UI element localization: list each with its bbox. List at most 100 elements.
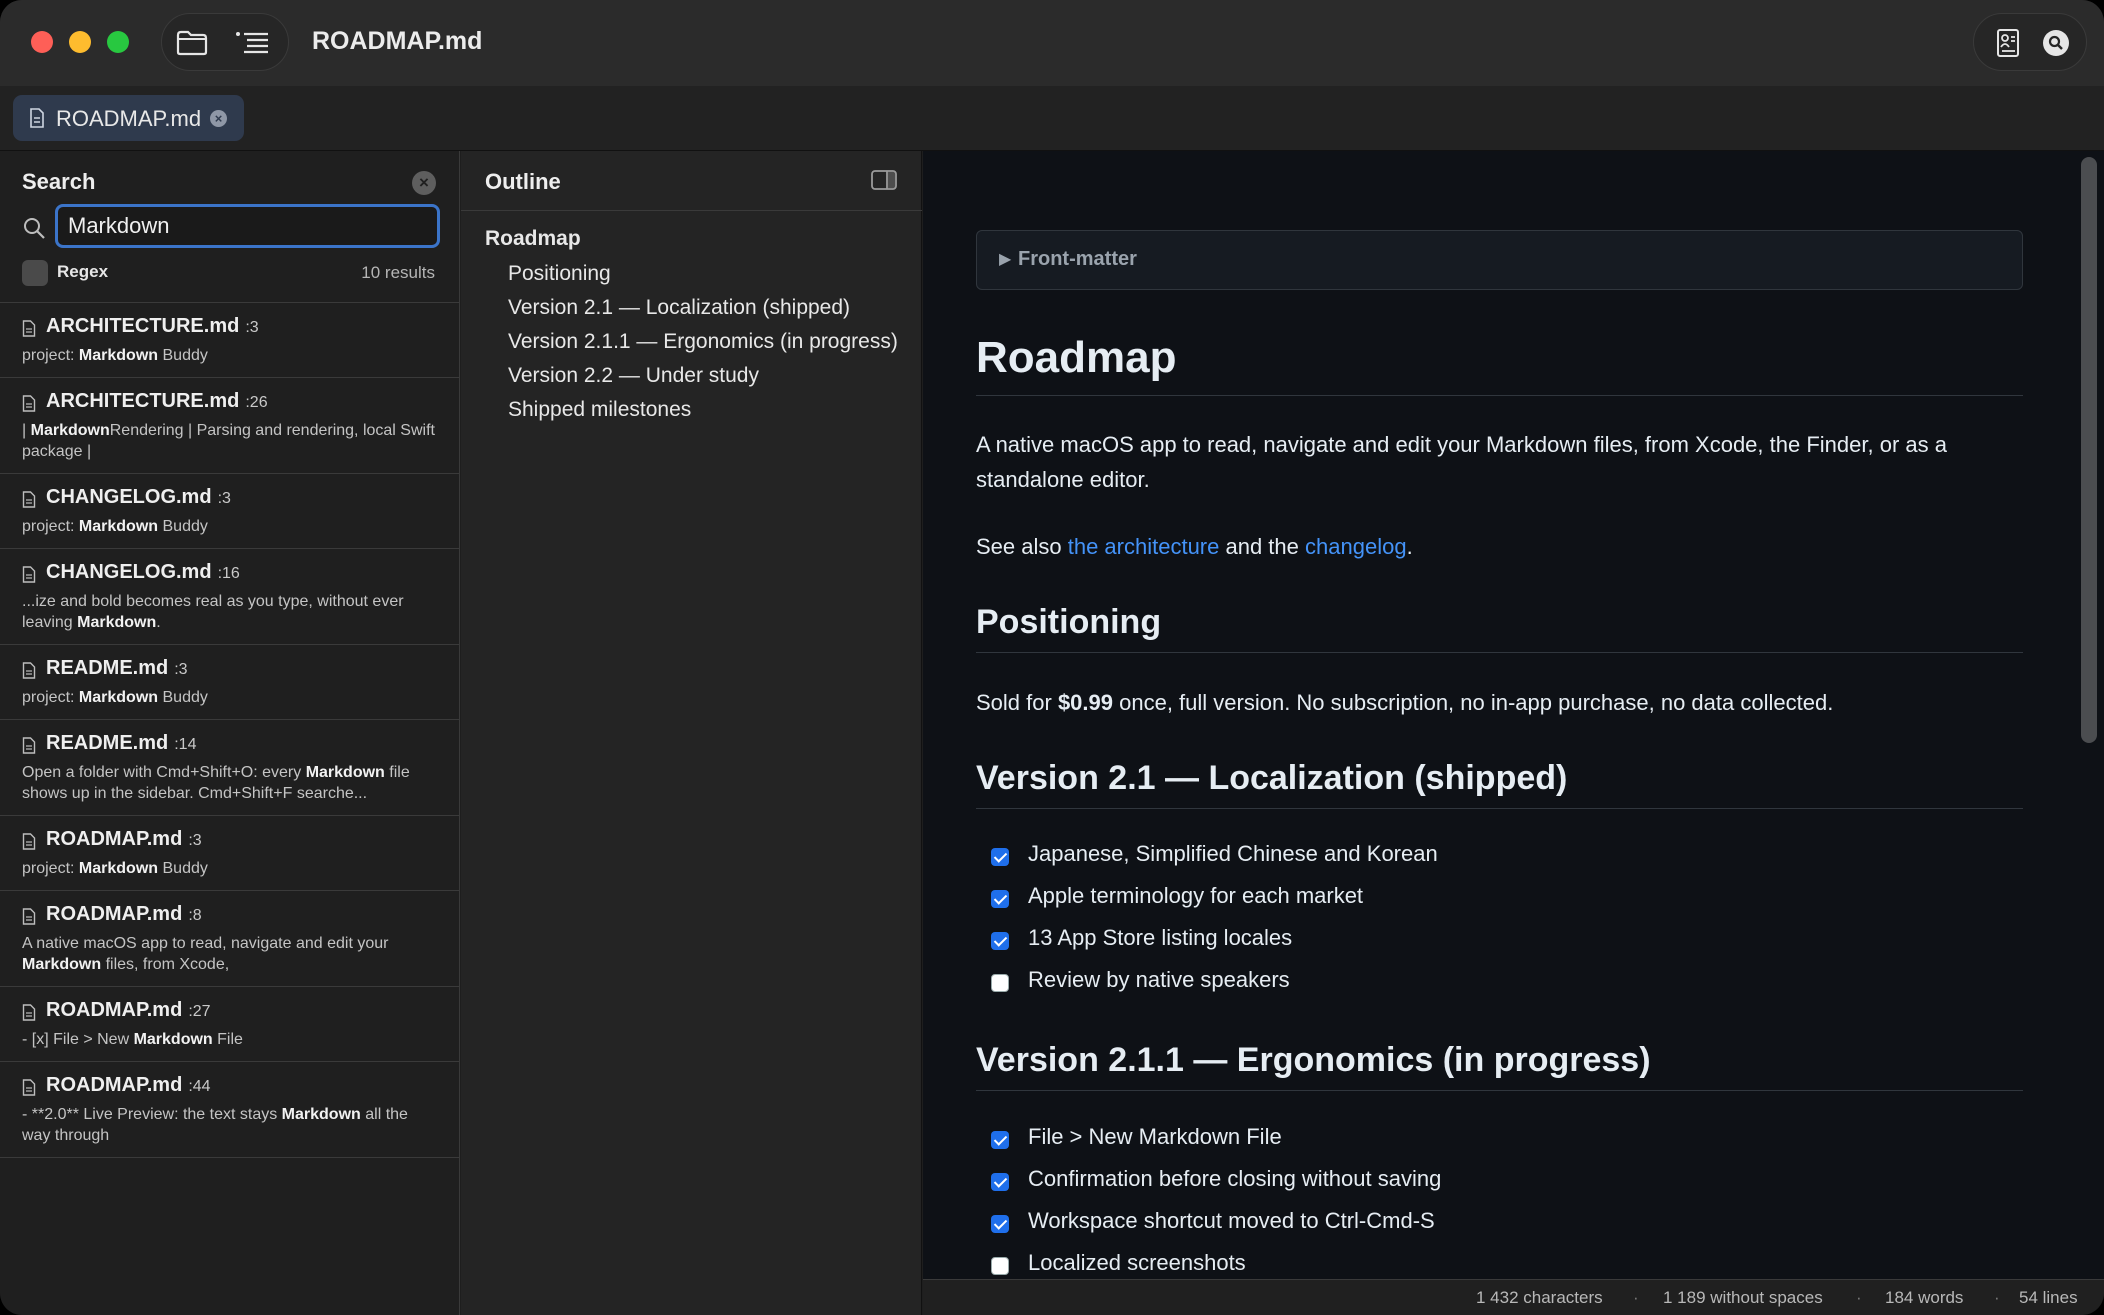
tab-close-icon[interactable]: × <box>210 110 227 127</box>
task-text: Japanese, Simplified Chinese and Korean <box>1028 841 1438 866</box>
search-result-filename: ARCHITECTURE.md:26 <box>46 390 268 413</box>
snippet-text: - **2.0** Live Preview: the text stays <box>22 1106 282 1123</box>
task-item: Confirmation before closing without savi… <box>976 1164 2023 1206</box>
search-result-header: CHANGELOG.md:16 <box>22 561 438 589</box>
search-result[interactable]: ARCHITECTURE.md:26 | MarkdownRendering | … <box>0 390 460 474</box>
task-checkbox-checked[interactable] <box>991 1131 1009 1149</box>
minimize-window-button[interactable] <box>69 31 91 53</box>
task-checkbox-checked[interactable] <box>991 1215 1009 1233</box>
search-result-filename: README.md:14 <box>46 732 196 755</box>
search-result-file: ARCHITECTURE.md <box>46 315 240 337</box>
task-item: Localized screenshots <box>976 1248 2023 1279</box>
snippet-text: files, from Xcode, <box>101 956 230 973</box>
search-result-line-number: :14 <box>174 736 197 753</box>
task-checkbox-checked[interactable] <box>991 890 1009 908</box>
search-result[interactable]: README.md:14 Open a folder with Cmd+Shift… <box>0 732 460 816</box>
search-match-highlight: Markdown <box>77 614 157 631</box>
regex-checkbox[interactable] <box>22 260 48 286</box>
search-result-filename: ROADMAP.md:27 <box>46 999 211 1022</box>
search-match-highlight: Markdown <box>78 518 159 535</box>
task-checkbox-checked[interactable] <box>991 1173 1009 1191</box>
search-panel: Search × Regex 10 results ARCHITECTURE.m… <box>0 151 460 1315</box>
document-view[interactable]: ▶ Front-matter Roadmap A native macOS ap… <box>923 151 2104 1279</box>
maximize-window-button[interactable] <box>107 31 129 53</box>
outline-item[interactable]: Positioning <box>485 261 905 287</box>
search-result[interactable]: ROADMAP.md:8 A native macOS app to read, … <box>0 903 460 987</box>
status-bar: 1 432 characters · 1 189 without spaces … <box>923 1279 2104 1315</box>
search-input[interactable] <box>55 204 440 248</box>
search-result-filename: README.md:3 <box>46 657 188 680</box>
changelog-link[interactable]: changelog <box>1305 534 1407 559</box>
price: $0.99 <box>1057 690 1113 715</box>
snippet-text: File <box>212 1031 243 1048</box>
search-result-filename: ROADMAP.md:44 <box>46 1074 211 1097</box>
document-scrollbar[interactable] <box>2081 157 2097 743</box>
tab-bar: ROADMAP.md × <box>0 86 2104 151</box>
task-text: Review by native speakers <box>1028 967 1290 992</box>
search-result[interactable]: ROADMAP.md:27 - [x] File > New Markdown F… <box>0 999 460 1062</box>
search-result-line-number: :44 <box>188 1078 211 1095</box>
outline-item[interactable]: Version 2.2 — Under study <box>485 363 905 389</box>
window-title: ROADMAP.md <box>312 27 483 55</box>
outline-toggle-button[interactable] <box>234 27 270 59</box>
snippet-text: Open a folder with Cmd+Shift+O: every <box>22 764 306 781</box>
outline-panel: Outline Roadmap Positioning Version 2.1 — … <box>461 151 922 1315</box>
search-result-header: CHANGELOG.md:3 <box>22 486 438 514</box>
tab-label: ROADMAP.md <box>56 106 202 131</box>
search-result[interactable]: README.md:3 project: Markdown Buddy <box>0 657 460 720</box>
folder-button[interactable] <box>174 27 210 59</box>
search-result-line-number: :3 <box>217 490 231 507</box>
disclosure-triangle-icon: ▶ <box>999 251 1012 268</box>
search-result-file: CHANGELOG.md <box>46 561 212 583</box>
document-icon <box>22 320 36 337</box>
search-result-snippet: A native macOS app to read, navigate and… <box>22 931 438 986</box>
task-text: Confirmation before closing without savi… <box>1028 1166 1442 1191</box>
task-checkbox-checked[interactable] <box>991 848 1009 866</box>
toolbar-right-group <box>1973 13 2087 71</box>
snippet-text: Buddy <box>158 860 208 877</box>
status-separator: · <box>1633 1288 1639 1307</box>
architecture-link[interactable]: the architecture <box>1068 534 1220 559</box>
search-result[interactable]: ROADMAP.md:44 - **2.0** Live Preview: the… <box>0 1074 460 1158</box>
search-result[interactable]: ROADMAP.md:3 project: Markdown Buddy <box>0 828 460 891</box>
search-result-filename: ROADMAP.md:3 <box>46 828 202 851</box>
outline-item[interactable]: Version 2.1.1 — Ergonomics (in progress) <box>485 329 905 355</box>
sidebar-toggle-icon[interactable] <box>871 170 897 190</box>
snippet-text: | <box>22 422 31 439</box>
task-item: Japanese, Simplified Chinese and Korean <box>976 839 2023 881</box>
frontmatter-disclosure[interactable]: ▶ Front-matter <box>976 230 2023 290</box>
tab-roadmap[interactable]: ROADMAP.md × <box>13 95 244 141</box>
search-result-snippet: ...ize and bold becomes real as you type… <box>22 589 438 644</box>
search-match-highlight: Markdown <box>78 860 159 877</box>
task-checkbox-unchecked[interactable] <box>991 1257 1009 1275</box>
close-search-panel-icon[interactable]: × <box>412 171 436 195</box>
search-result[interactable]: CHANGELOG.md:3 project: Markdown Buddy <box>0 486 460 549</box>
outline-item[interactable]: Roadmap <box>485 226 905 252</box>
document-icon <box>22 395 36 412</box>
task-checkbox-unchecked[interactable] <box>991 974 1009 992</box>
positioning-prefix: Sold for <box>976 690 1058 715</box>
outline-item[interactable]: Shipped milestones <box>485 397 905 423</box>
search-result[interactable]: ARCHITECTURE.md:3 project: Markdown Buddy <box>0 315 460 378</box>
inspector-button[interactable] <box>1990 27 2026 59</box>
outline-list: Roadmap Positioning Version 2.1 — Localiza… <box>485 226 905 431</box>
document-icon <box>22 908 36 925</box>
doc-heading-v211: Version 2.1.1 — Ergonomics (in progress) <box>976 1041 2023 1091</box>
search-panel-title: Search <box>22 169 96 194</box>
close-window-button[interactable] <box>31 31 53 53</box>
search-result-line-number: :8 <box>188 907 202 924</box>
doc-heading-roadmap: Roadmap <box>976 333 2023 396</box>
task-list-v211: File > New Markdown File Confirmation bef… <box>976 1122 2023 1279</box>
search-result-filename: ARCHITECTURE.md:3 <box>46 315 259 338</box>
search-result[interactable]: CHANGELOG.md:16 ...ize and bold becomes r… <box>0 561 460 645</box>
task-item: Apple terminology for each market <box>976 881 2023 923</box>
outline-item[interactable]: Version 2.1 — Localization (shipped) <box>485 295 905 321</box>
task-checkbox-checked[interactable] <box>991 932 1009 950</box>
search-match-highlight: Markdown <box>22 956 102 973</box>
search-result-header: ARCHITECTURE.md:26 <box>22 390 438 418</box>
search-result-snippet: - **2.0** Live Preview: the text stays M… <box>22 1102 438 1157</box>
task-item: 13 App Store listing locales <box>976 923 2023 965</box>
global-search-button[interactable] <box>2038 27 2074 59</box>
doc-heading-v21: Version 2.1 — Localization (shipped) <box>976 759 2023 809</box>
search-result-snippet: Open a folder with Cmd+Shift+O: every Ma… <box>22 760 438 815</box>
